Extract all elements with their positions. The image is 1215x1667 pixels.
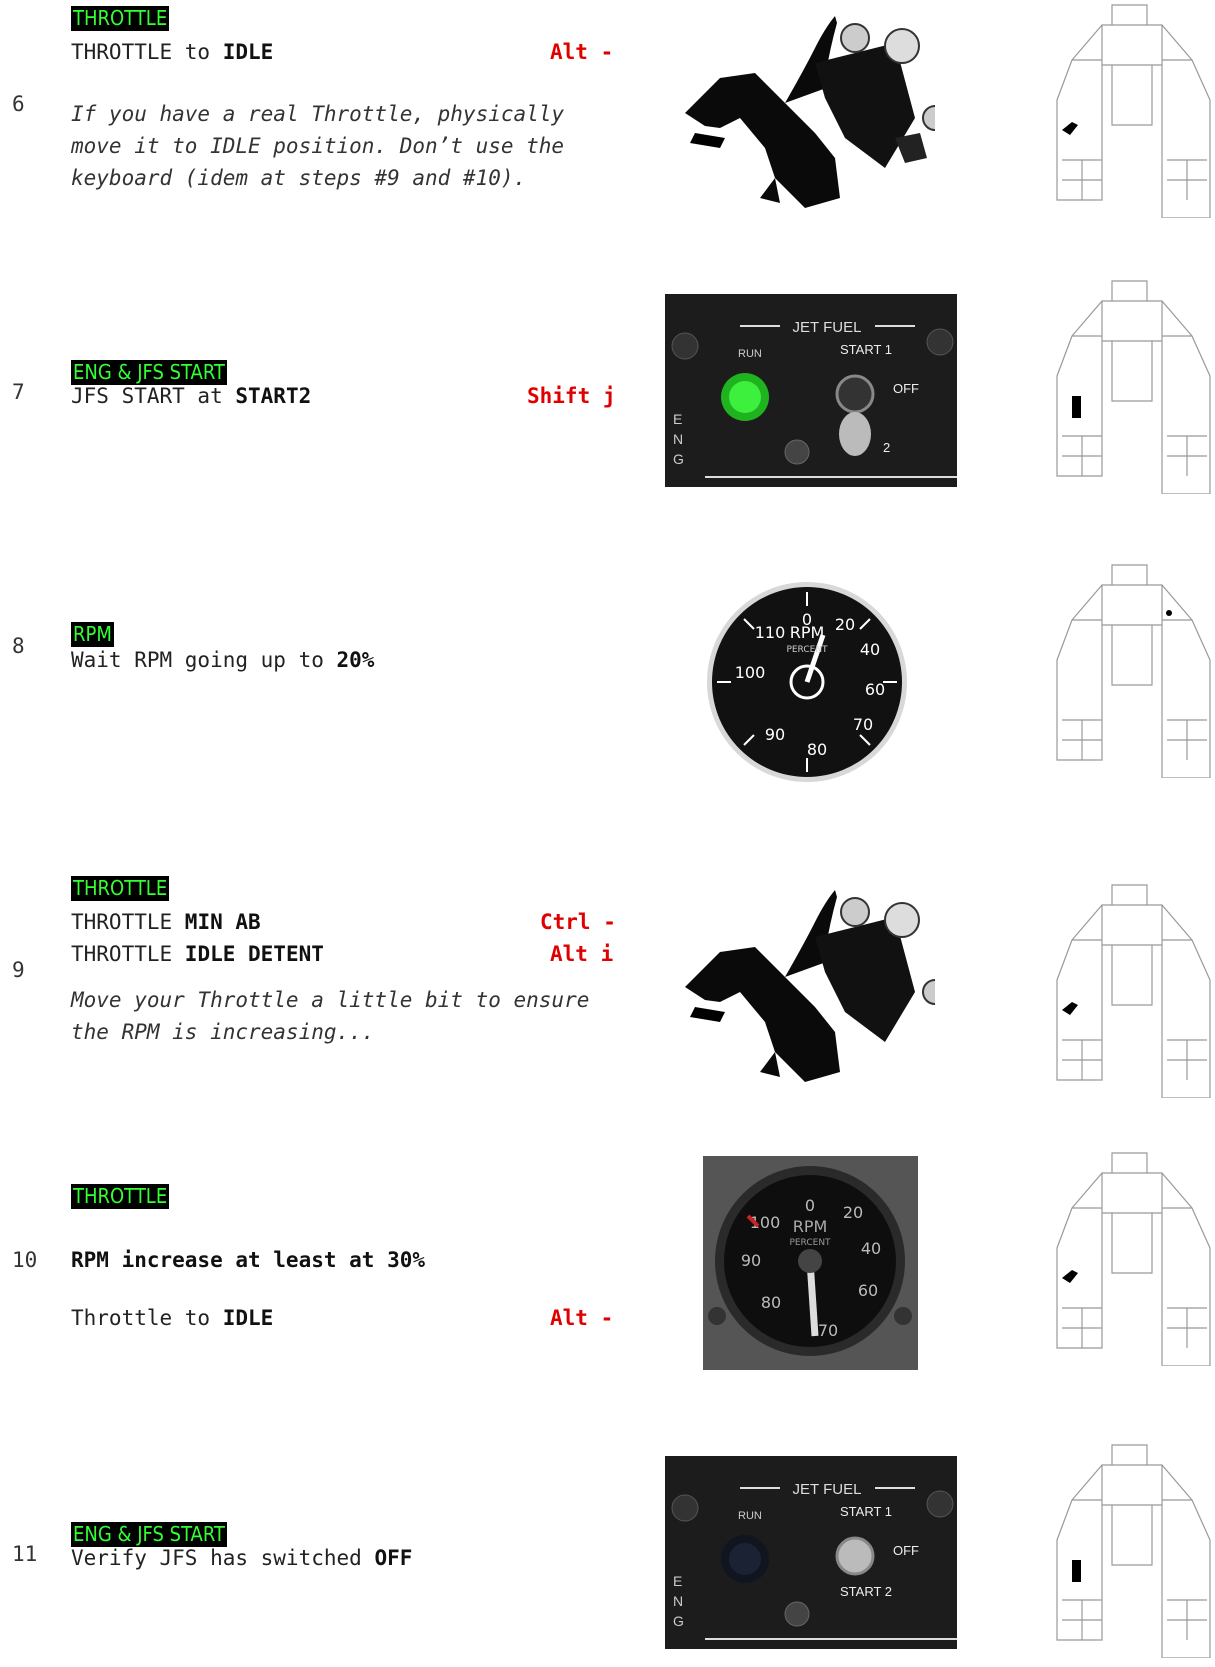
step-tag: THROTTLE [71,6,170,31]
step-tag: ENG & JFS START [71,1522,227,1547]
rpm-gauge-image: RPM PERCENT 0 20 40 60 70 80 90 100 110 [707,582,907,782]
svg-text:100: 100 [735,663,766,682]
panel-title: JET FUEL [793,1481,862,1498]
step-tag: RPM [71,622,114,647]
throttle-grip-image [685,16,935,208]
step-11: ENG & JFS START 11 Verify JFS has switch… [0,1420,1215,1667]
cockpit-diagram [1056,1444,1211,1658]
shortcut-key: Ctrl - [540,910,616,934]
shortcut-key: Shift j [527,384,616,408]
svg-text:70: 70 [853,715,873,734]
instruction-line: Wait RPM going up to 20% [71,648,375,672]
jfs-panel-image: JET FUEL RUN START 1 OFF START 2 ENG [665,1456,957,1649]
cockpit-diagram [1056,884,1211,1098]
cockpit-diagram [1056,564,1211,778]
svg-text:N: N [673,1593,683,1609]
step-tag: THROTTLE [71,1184,170,1209]
jfs-panel-image: JET FUEL RUN START 1 OFF 2 ENG [665,294,957,487]
svg-text:0: 0 [802,610,812,629]
panel-start1-label: START 1 [840,342,892,357]
step-number: 7 [12,380,25,404]
svg-text:0: 0 [805,1196,815,1215]
svg-text:40: 40 [861,1239,881,1258]
svg-text:80: 80 [807,740,827,759]
shortcut-key: Alt - [550,40,614,64]
svg-text:E: E [673,411,682,427]
step-number: 9 [12,958,25,982]
instruction-line: THROTTLE IDLE DETENT [71,942,324,966]
svg-text:60: 60 [865,680,885,699]
step-note: Move your Throttle a little bit to ensur… [71,988,590,1044]
svg-text:60: 60 [858,1281,878,1300]
step-number: 8 [12,634,25,658]
svg-text:80: 80 [761,1293,781,1312]
panel-run-label: RUN [738,348,762,360]
cockpit-diagram [1056,280,1211,494]
shortcut-key: Alt - [550,1306,614,1330]
step-9: THROTTLE THROTTLE MIN AB Ctrl - THROTTLE… [0,820,1215,1098]
svg-text:90: 90 [765,725,785,744]
step-tag: THROTTLE [71,876,170,901]
panel-pos2-label: 2 [883,440,890,455]
step-8: RPM 8 Wait RPM going up to 20% RPM PERCE… [0,550,1215,790]
shortcut-key: Alt i [550,942,614,966]
panel-off-label: OFF [893,381,919,396]
svg-text:110: 110 [755,623,786,642]
svg-text:E: E [673,1573,682,1589]
svg-text:PERCENT: PERCENT [786,645,828,655]
step-number: 11 [12,1542,38,1566]
panel-run-label: RUN [738,1510,762,1522]
instruction-line: Verify JFS has switched OFF [71,1546,413,1570]
instruction-line: THROTTLE MIN AB [71,910,261,934]
step-number: 10 [12,1248,38,1272]
throttle-grip-image [685,890,935,1082]
step-number: 6 [12,92,25,116]
instruction-line: JFS START at START2 [71,384,312,408]
panel-pos2-label: START 2 [840,1584,892,1599]
instruction-line: THROTTLE to IDLE [71,40,274,64]
svg-text:RPM: RPM [793,1217,828,1236]
step-tag: ENG & JFS START [71,360,227,385]
instruction-line: RPM increase at least at 30% [71,1248,426,1272]
svg-text:40: 40 [860,640,880,659]
svg-text:PERCENT: PERCENT [789,1238,831,1248]
panel-off-label: OFF [893,1543,919,1558]
svg-text:70: 70 [818,1321,838,1340]
cockpit-diagram [1056,1152,1211,1366]
svg-text:90: 90 [741,1251,761,1270]
svg-text:G: G [673,1613,684,1629]
step-10: THROTTLE 10 RPM increase at least at 30%… [0,1140,1215,1390]
panel-title: JET FUEL [793,319,862,336]
step-note: If you have a real Throttle, physically m… [71,102,565,190]
rpm-gauge-real-image: RPM PERCENT 0 20 40 60 70 80 90 100 [703,1156,918,1370]
panel-start1-label: START 1 [840,1504,892,1519]
step-7: ENG & JFS START 7 JFS START at START2 Sh… [0,270,1215,500]
svg-text:N: N [673,431,683,447]
cockpit-diagram [1056,4,1211,218]
svg-text:20: 20 [835,615,855,634]
instruction-line: Throttle to IDLE [71,1306,274,1330]
svg-text:G: G [673,451,684,467]
step-6: THROTTLE THROTTLE to IDLE Alt - 6 If you… [0,0,1215,230]
svg-text:20: 20 [843,1203,863,1222]
